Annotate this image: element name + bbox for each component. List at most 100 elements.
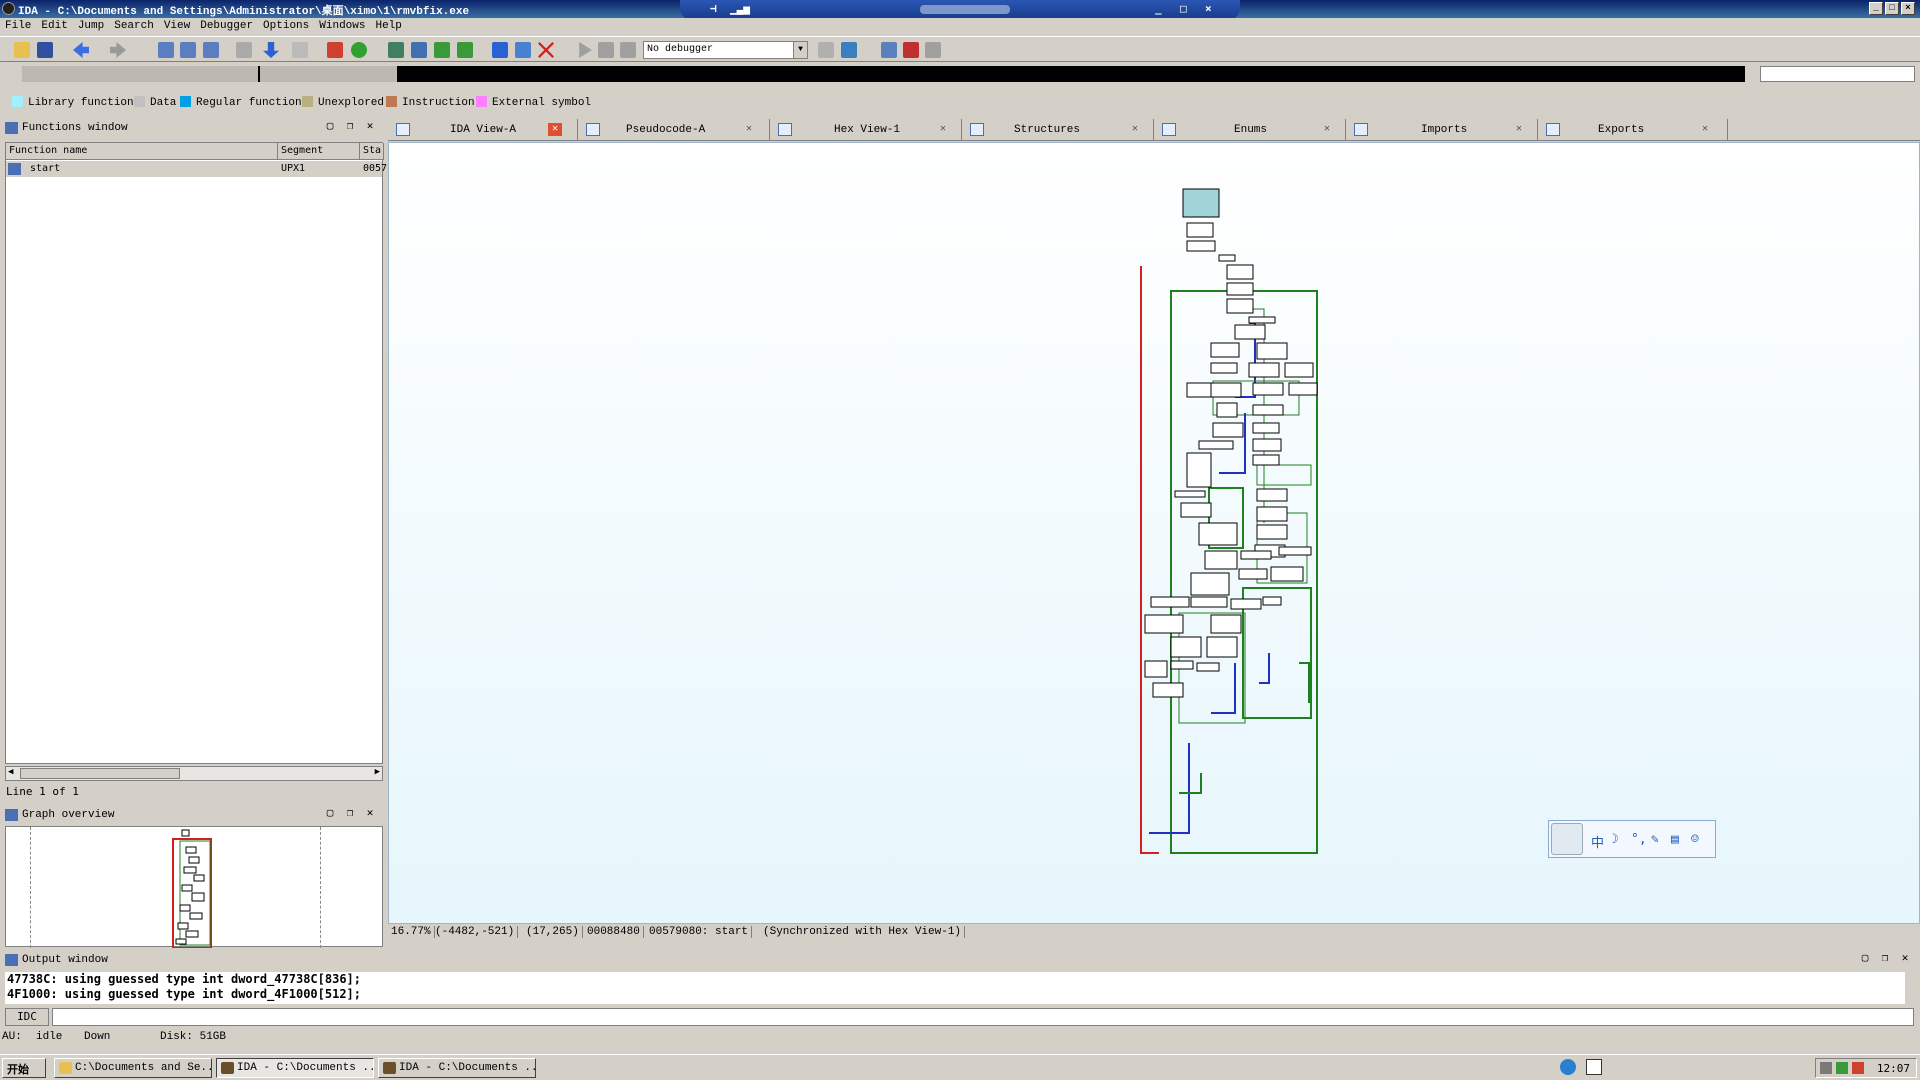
tab-hex-view-1[interactable]: Hex View-1 ✕	[770, 119, 962, 141]
xref-to-icon[interactable]	[457, 42, 473, 58]
restore-icon[interactable]: ❐	[343, 808, 357, 821]
remote-restore-button[interactable]: □	[1180, 2, 1187, 15]
minimize-button[interactable]: _	[1869, 2, 1883, 15]
graph-overview[interactable]	[5, 826, 383, 949]
restore-icon[interactable]: ❐	[343, 121, 357, 134]
menu-file[interactable]: File	[0, 18, 36, 34]
scroll-left-icon[interactable]: ◀	[8, 767, 13, 777]
plugin-icon[interactable]	[492, 42, 508, 58]
image-icon[interactable]	[515, 42, 531, 58]
close-tab-icon[interactable]: ✕	[1698, 123, 1712, 136]
search-text-icon[interactable]	[203, 42, 219, 58]
task-ida-1[interactable]: IDA - C:\Documents ...	[216, 1058, 374, 1078]
graph-icon[interactable]	[327, 42, 343, 58]
tab-enums[interactable]: Enums ✕	[1154, 119, 1346, 141]
restore-icon[interactable]: ❐	[1878, 953, 1892, 966]
scroll-right-icon[interactable]: ▶	[375, 767, 380, 777]
search-icon[interactable]	[158, 42, 174, 58]
tab-imports[interactable]: Imports ✕	[1346, 119, 1538, 141]
close-tab-icon[interactable]: ✕	[1128, 123, 1142, 136]
save-icon[interactable]	[37, 42, 53, 58]
menu-edit[interactable]: Edit	[36, 18, 72, 34]
qq-avatar-icon[interactable]	[1551, 823, 1583, 855]
functions-scrollbar[interactable]: ◀ ▶	[5, 766, 383, 781]
remote-minimize-button[interactable]: _	[1155, 2, 1162, 15]
column-function-name[interactable]: Function name	[6, 143, 278, 160]
task-ida-2[interactable]: IDA - C:\Documents ...	[378, 1058, 536, 1078]
menu-search[interactable]: Search	[109, 18, 159, 34]
breakpoint-list-icon[interactable]	[881, 42, 897, 58]
binary-icon[interactable]	[236, 42, 252, 58]
delete-icon[interactable]	[538, 42, 554, 58]
remote-close-button[interactable]: ×	[1205, 2, 1212, 15]
menu-help[interactable]: Help	[370, 18, 406, 34]
float-icon[interactable]: ▢	[323, 808, 337, 821]
tab-structures[interactable]: Structures ✕	[962, 119, 1154, 141]
ida-graph-view[interactable]	[388, 142, 1920, 924]
float-icon[interactable]: ▢	[323, 121, 337, 134]
close-button[interactable]: ×	[1901, 2, 1915, 15]
back-icon[interactable]	[73, 42, 89, 58]
qq-tray-icon[interactable]	[1560, 1059, 1576, 1075]
security-icon[interactable]	[1852, 1062, 1864, 1074]
tab-exports[interactable]: Exports ✕	[1538, 119, 1728, 141]
stop-icon[interactable]	[620, 42, 636, 58]
xref-icon[interactable]	[434, 42, 450, 58]
ime-toolbar[interactable]: 中 ☽ °, ✎ ▤ ☺	[1548, 820, 1716, 858]
chevron-down-icon[interactable]: ▼	[793, 42, 807, 58]
command-input[interactable]	[52, 1008, 1914, 1026]
close-tab-icon[interactable]: ✕	[548, 123, 562, 136]
attach-icon[interactable]	[818, 42, 834, 58]
close-tab-icon[interactable]: ✕	[1320, 123, 1334, 136]
ime-menu-icon[interactable]: ▤	[1671, 832, 1679, 847]
idc-button[interactable]: IDC	[5, 1008, 49, 1026]
close-icon[interactable]: ✕	[1898, 953, 1912, 966]
ime-moon-icon[interactable]: ☽	[1611, 832, 1619, 847]
ime-chinese-icon[interactable]: 中	[1591, 832, 1604, 851]
navigation-band-code[interactable]	[397, 66, 1745, 82]
run-icon[interactable]	[579, 42, 592, 58]
open-icon[interactable]	[14, 42, 30, 58]
segment-icon[interactable]	[411, 42, 427, 58]
float-icon[interactable]: ▢	[1858, 953, 1872, 966]
close-tab-icon[interactable]: ✕	[1512, 123, 1526, 136]
network-icon[interactable]	[1836, 1062, 1848, 1074]
breakpoint-icon[interactable]	[903, 42, 919, 58]
tab-ida-view-a[interactable]: IDA View-A ✕	[388, 119, 578, 141]
forward-icon[interactable]	[110, 42, 126, 58]
navigation-band-library[interactable]	[22, 66, 397, 82]
close-icon[interactable]: ✕	[363, 808, 377, 821]
menu-options[interactable]: Options	[258, 18, 314, 34]
start-button[interactable]: 开始	[2, 1058, 46, 1078]
ime-punct-icon[interactable]: °,	[1631, 832, 1647, 847]
tab-pseudocode-a[interactable]: Pseudocode-A ✕	[578, 119, 770, 141]
download-icon[interactable]	[263, 42, 279, 58]
column-segment[interactable]: Segment	[278, 143, 360, 160]
green-circle-icon[interactable]	[351, 42, 367, 58]
close-icon[interactable]: ✕	[363, 121, 377, 134]
tools-icon[interactable]	[925, 42, 941, 58]
ime-tool-icon[interactable]: ✎	[1651, 832, 1659, 847]
menu-windows[interactable]: Windows	[314, 18, 370, 34]
menu-debugger[interactable]: Debugger	[195, 18, 258, 34]
refresh-icon[interactable]	[841, 42, 857, 58]
keyboard-icon[interactable]	[1820, 1062, 1832, 1074]
maximize-button[interactable]: □	[1885, 2, 1899, 15]
task-explorer[interactable]: C:\Documents and Se...	[54, 1058, 212, 1078]
search-next-icon[interactable]	[180, 42, 196, 58]
table-row[interactable]: start UPX1 0057	[6, 161, 387, 177]
navigation-band[interactable]	[0, 62, 1920, 86]
close-tab-icon[interactable]: ✕	[742, 123, 756, 136]
add-function-icon[interactable]	[388, 42, 404, 58]
navigation-band-select[interactable]	[1760, 66, 1915, 82]
scrollbar-thumb[interactable]	[20, 768, 180, 779]
menu-view[interactable]: View	[159, 18, 195, 34]
column-start[interactable]: Sta	[360, 143, 384, 160]
help-tray-icon[interactable]	[1586, 1059, 1602, 1075]
undo-icon[interactable]	[292, 42, 308, 58]
menu-jump[interactable]: Jump	[73, 18, 109, 34]
pause-icon[interactable]	[598, 42, 614, 58]
ime-smile-icon[interactable]: ☺	[1691, 832, 1699, 847]
pin-icon[interactable]: ⊣	[710, 2, 717, 15]
debugger-select[interactable]: No debugger ▼	[643, 41, 808, 59]
